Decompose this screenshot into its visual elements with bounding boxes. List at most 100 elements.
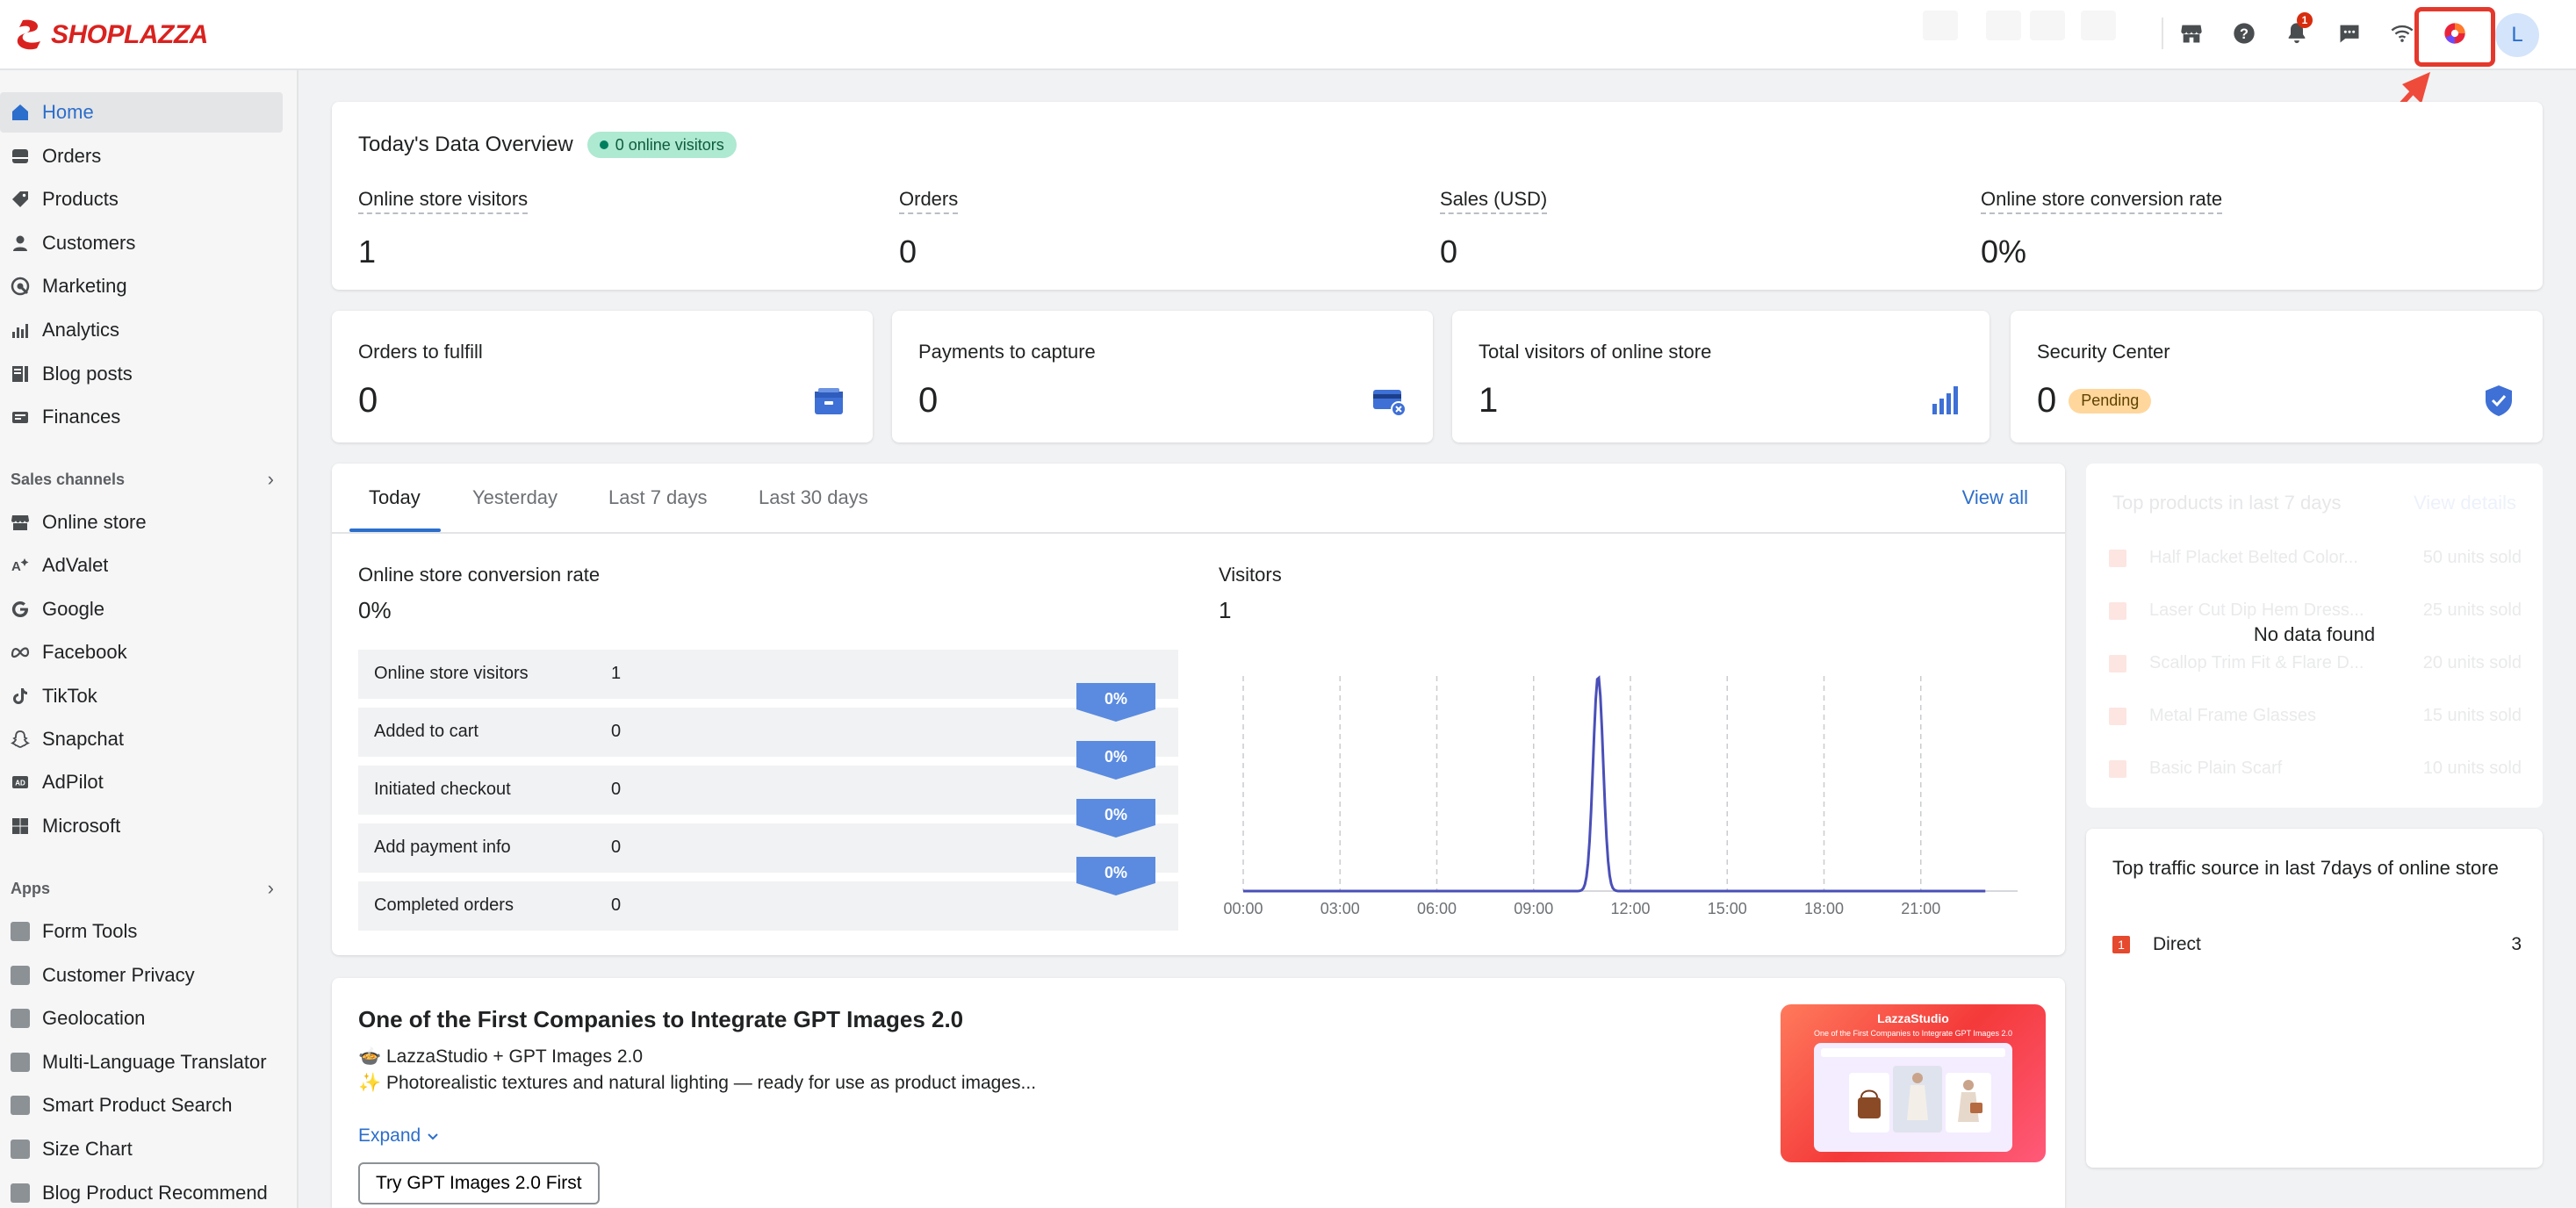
period-tabs: Today Yesterday Last 7 days Last 30 days… [332,464,2065,534]
sidebar-item-snapchat[interactable]: Snapchat [0,719,283,759]
promo-banner-card: One of the First Companies to Integrate … [332,978,2065,1208]
sidebar-item-tiktok[interactable]: TikTok [0,676,283,716]
advalet-icon: A [9,554,32,577]
metric-label-conversion[interactable]: Online store conversion rate [1981,188,2223,214]
avatar[interactable]: L [2495,13,2539,57]
snapchat-icon [9,728,32,751]
total-visitors-card[interactable]: Total visitors of online store 1 [1452,311,1990,442]
traffic-title: Top traffic source in last 7days of onli… [2112,857,2499,879]
sidebar-item-customer-privacy[interactable]: Customer Privacy [0,955,283,996]
sidebar-item-label: Smart Product Search [42,1094,233,1117]
chat-icon[interactable] [2332,16,2367,51]
stat-value: 1 [1479,381,1499,420]
app-icon [9,1007,32,1030]
sidebar-item-finances[interactable]: Finances [0,397,283,437]
try-gpt-images-button[interactable]: Try GPT Images 2.0 First [358,1162,600,1204]
sidebar-item-facebook[interactable]: Facebook [0,632,283,672]
mockup-bar [1821,1048,2005,1057]
tab-last-30-days[interactable]: Last 30 days [759,486,868,509]
help-icon[interactable]: ? [2227,16,2262,51]
units-sold: 25 units sold [2422,600,2522,620]
view-details-link[interactable]: View details [2414,492,2516,514]
stat-value: 0 [358,381,378,420]
rank-badge [2109,760,2126,778]
store-icon [9,511,32,534]
sidebar-item-label: TikTok [42,684,97,707]
status-badge: Pending [2069,388,2152,413]
funnel-value: 1 [611,664,622,683]
expand-link[interactable]: Expand [358,1125,440,1147]
sidebar-item-microsoft[interactable]: Microsoft [0,806,283,846]
placeholder-block [2030,11,2065,40]
metric-label-visitors[interactable]: Online store visitors [358,188,529,214]
metric-label-orders[interactable]: Orders [899,188,959,214]
sidebar-item-analytics[interactable]: Analytics [0,310,283,350]
banner-title: One of the First Companies to Integrate … [358,1006,964,1032]
metric-value-orders: 0 [899,234,917,270]
funnel-value: 0 [611,722,622,741]
analytics-card: Today Yesterday Last 7 days Last 30 days… [332,464,2065,955]
sidebar-item-blog-product-recommend[interactable]: Blog Product Recommend [0,1173,283,1208]
stat-value: 0 [918,381,939,420]
security-center-card[interactable]: Security Center 0 Pending [2011,311,2543,442]
blog-icon [9,363,32,385]
sidebar-item-form-tools[interactable]: Form Tools [0,911,283,952]
sidebar-item-blog-posts[interactable]: Blog posts [0,354,283,394]
sidebar-item-advalet[interactable]: A AdValet [0,545,283,586]
sidebar-item-label: Customers [42,231,136,254]
funnel-rate-tag: 0% [1076,799,1155,838]
sidebar-item-products[interactable]: Products [0,179,283,219]
sidebar-item-google[interactable]: Google [0,589,283,629]
mockup-bag-card [1849,1073,1889,1132]
app-box-icon [11,1140,30,1159]
app-icon [9,920,32,943]
bar-chart-icon [9,319,32,342]
sidebar-item-multi-language-translator[interactable]: Multi-Language Translator [0,1042,283,1082]
sidebar-item-home[interactable]: Home [0,92,283,133]
brand-name: SHOPLAZZA [51,20,208,49]
stat-label: Total visitors of online store [1479,341,1712,363]
chevron-right-icon: › [267,468,274,490]
promo-image[interactable]: LazzaStudio One of the First Companies t… [1781,1004,2046,1162]
sidebar-item-label: AdValet [42,554,109,577]
stat-value: 0 [2037,381,2057,420]
orders-to-fulfill-card[interactable]: Orders to fulfill 0 [332,311,873,442]
units-sold: 15 units sold [2422,706,2522,725]
funnel-value: 0 [611,895,622,915]
funnel-rate-tag: 0% [1076,857,1155,895]
app-box-icon [11,922,30,941]
payments-to-capture-card[interactable]: Payments to capture 0 [892,311,1433,442]
sidebar-item-label: Snapchat [42,728,124,750]
sidebar-item-adpilot[interactable]: AD AdPilot [0,762,283,802]
funnel-row: Online store visitors 1 [358,650,1178,699]
notification-bell-icon[interactable]: 1 [2279,12,2314,51]
sidebar-item-customers[interactable]: Customers [0,223,283,263]
expand-label: Expand [358,1125,421,1146]
sidebar-item-geolocation[interactable]: Geolocation [0,998,283,1039]
sidebar-item-online-store[interactable]: Online store [0,502,283,543]
model-figure-icon [1907,1073,1928,1120]
top-products-card: Top products in last 7 days View details… [2086,464,2543,808]
sidebar-item-orders[interactable]: Orders [0,136,283,176]
tab-yesterday[interactable]: Yesterday [472,486,558,509]
metric-label-sales[interactable]: Sales (USD) [1440,188,1548,214]
top-products-title: Top products in last 7 days [2112,492,2342,514]
sidebar-item-marketing[interactable]: Marketing [0,266,283,306]
apps-section[interactable]: Apps › [11,875,274,902]
app-box-icon [11,1096,30,1116]
store-icon[interactable] [2174,16,2209,51]
shoplazza-logo-icon [17,19,40,50]
app-icon [9,1182,32,1204]
stat-label: Payments to capture [918,341,1096,363]
units-sold: 10 units sold [2422,759,2522,778]
shoplazza-logo[interactable]: SHOPLAZZA [14,18,208,53]
sidebar-item-smart-product-search[interactable]: Smart Product Search [0,1085,283,1125]
sidebar-item-size-chart[interactable]: Size Chart [0,1129,283,1169]
tab-today[interactable]: Today [369,486,421,509]
view-all-link[interactable]: View all [1962,486,2028,509]
mockup-model-card [1893,1066,1942,1132]
tab-last-7-days[interactable]: Last 7 days [608,486,708,509]
tag-icon [9,188,32,211]
orders-icon [9,145,32,168]
sales-channels-section[interactable]: Sales channels › [11,466,274,493]
